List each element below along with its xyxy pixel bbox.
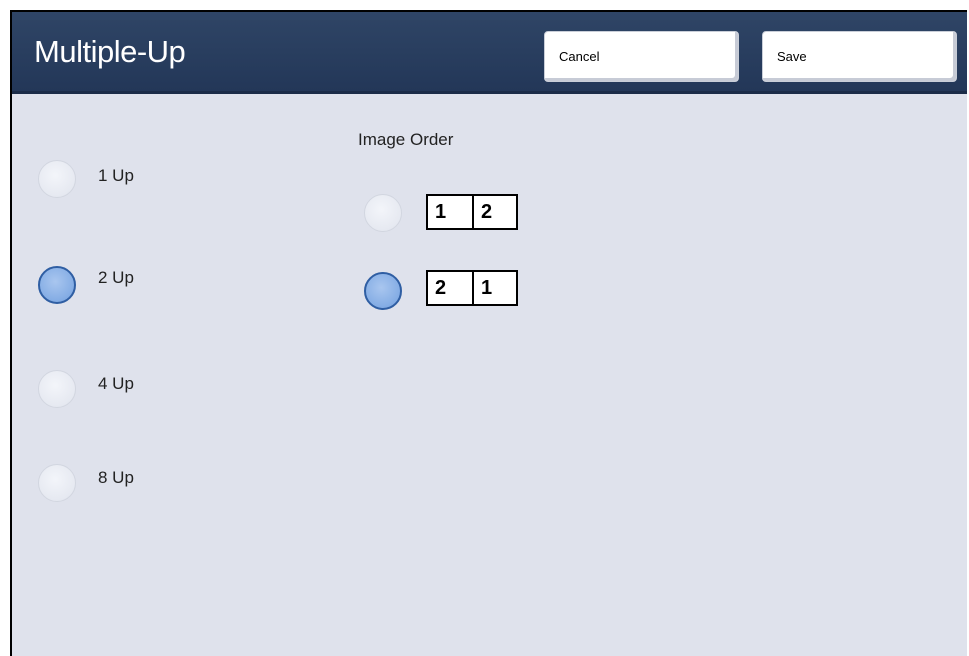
order-cell-first: 1	[435, 201, 447, 223]
image-order-option-1-2[interactable]: 1 2	[364, 190, 534, 236]
options-panel: 1 Up 2 Up 4 Up 8 Up Image Order 1 2 2 1	[12, 94, 967, 656]
order-cell-second: 2	[472, 196, 516, 228]
title-bar: Multiple-Up Cancel Save	[12, 12, 967, 94]
image-order-heading: Image Order	[358, 130, 454, 149]
option-2-up-label: 2 Up	[98, 268, 134, 287]
radio-button-order-2-1[interactable]	[364, 272, 402, 310]
order-icon-1-2: 1 2	[426, 194, 518, 230]
page-title: Multiple-Up	[34, 34, 186, 69]
radio-button-1-up[interactable]	[38, 160, 76, 198]
option-4-up[interactable]: 4 Up	[38, 366, 188, 410]
option-1-up[interactable]: 1 Up	[38, 158, 188, 202]
option-8-up-label: 8 Up	[98, 468, 134, 487]
radio-button-order-1-2[interactable]	[364, 194, 402, 232]
option-4-up-label: 4 Up	[98, 374, 134, 393]
radio-button-2-up[interactable]	[38, 266, 76, 304]
order-cell-second: 1	[472, 272, 516, 304]
cancel-button[interactable]: Cancel	[544, 31, 739, 82]
order-icon-2-1: 2 1	[426, 270, 518, 306]
option-1-up-label: 1 Up	[98, 166, 134, 185]
multiple-up-screen: Multiple-Up Cancel Save 1 Up 2 Up 4 Up 8…	[10, 10, 967, 656]
option-2-up[interactable]: 2 Up	[38, 260, 188, 304]
radio-button-8-up[interactable]	[38, 464, 76, 502]
image-order-option-2-1[interactable]: 2 1	[364, 266, 534, 314]
order-cell-first: 2	[435, 277, 447, 299]
radio-button-4-up[interactable]	[38, 370, 76, 408]
save-button[interactable]: Save	[762, 31, 957, 82]
option-8-up[interactable]: 8 Up	[38, 460, 188, 504]
